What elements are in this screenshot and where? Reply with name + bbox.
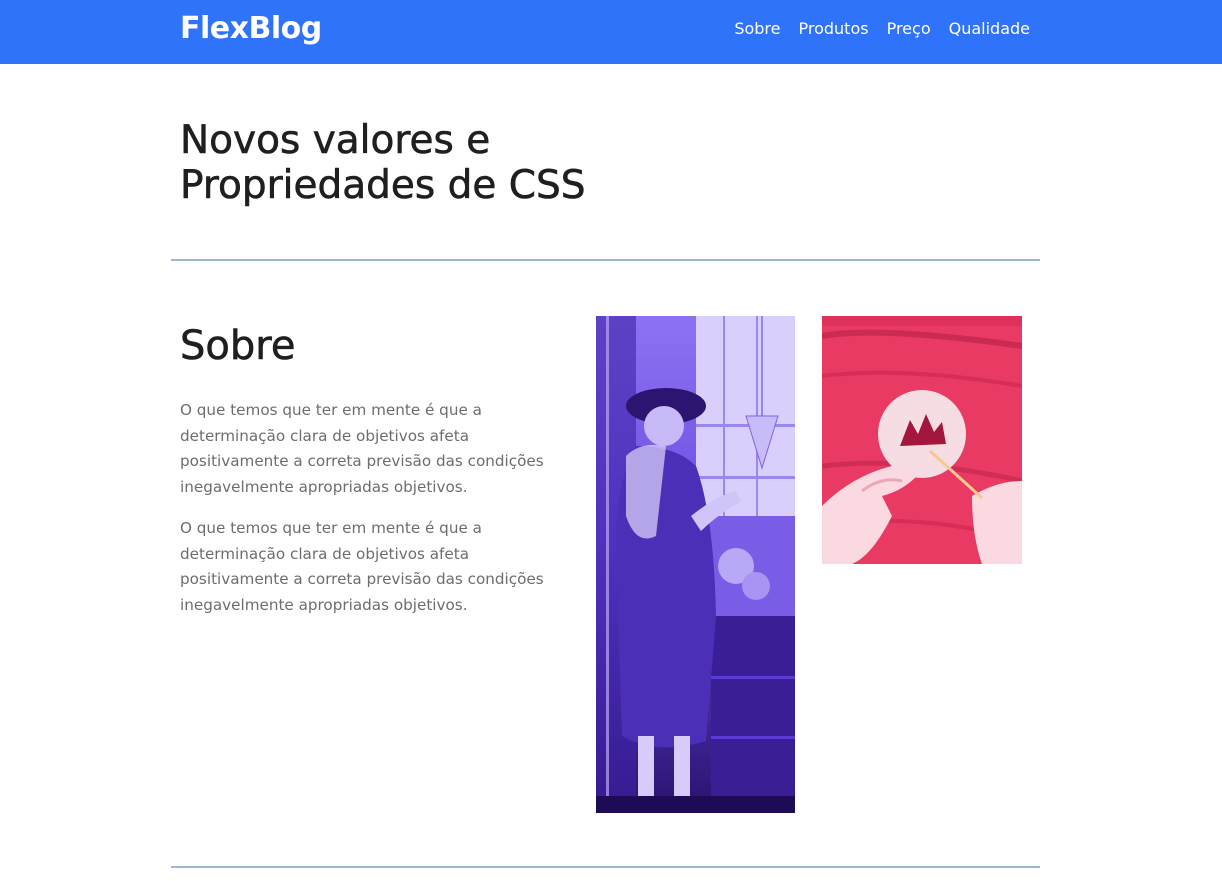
about-title: Sobre — [180, 323, 296, 370]
section-divider-top — [171, 259, 1040, 261]
section-divider-bottom — [171, 866, 1040, 868]
nav-link-sobre[interactable]: Sobre — [734, 18, 780, 40]
page-title-line-1: Novos valores e — [180, 118, 491, 164]
nav-link-qualidade[interactable]: Qualidade — [949, 18, 1030, 40]
page-title: Novos valores e Propriedades de CSS — [180, 118, 780, 209]
nav-link-produtos[interactable]: Produtos — [799, 18, 869, 40]
main-nav: Sobre Produtos Preço Qualidade — [734, 18, 1030, 40]
brand-logo[interactable]: FlexBlog — [180, 10, 322, 48]
top-navbar: FlexBlog Sobre Produtos Preço Qualidade — [0, 0, 1222, 64]
woman-reading-photo — [596, 316, 795, 813]
page-title-line-2: Propriedades de CSS — [180, 163, 586, 209]
about-paragraph-2: O que temos que ter em mente é que a det… — [180, 519, 544, 614]
nav-link-preco[interactable]: Preço — [887, 18, 931, 40]
hands-plate-photo — [822, 316, 1022, 564]
about-paragraph-1: O que temos que ter em mente é que a det… — [180, 401, 544, 496]
